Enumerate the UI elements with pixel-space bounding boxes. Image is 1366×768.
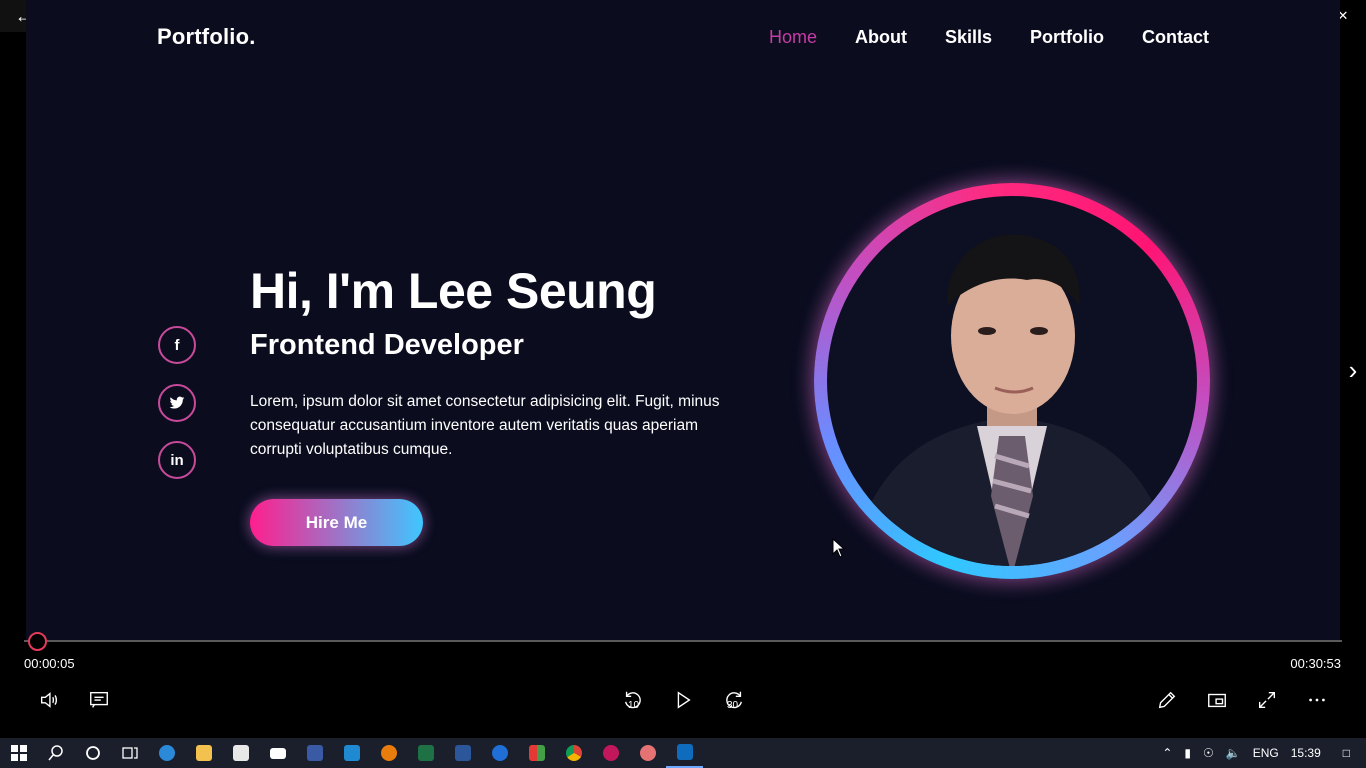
store-icon: [232, 745, 249, 761]
taskbar-app-pink[interactable]: [592, 738, 629, 768]
taskbar-store[interactable]: [222, 738, 259, 768]
profile-ring: [814, 183, 1210, 579]
skip-back-button[interactable]: 10: [619, 686, 647, 714]
app-window: ← — ❐ ✕ Portfolio. Home About Skills Por…: [0, 0, 1366, 768]
excel-icon: [417, 745, 434, 761]
twitter-icon: [158, 384, 196, 422]
seek-thumb[interactable]: [28, 632, 47, 651]
battery-icon[interactable]: ▮: [1178, 746, 1197, 760]
profile-portrait-image: [857, 234, 1167, 566]
next-chevron-icon[interactable]: ›: [1340, 352, 1366, 388]
taskbar-word[interactable]: [444, 738, 481, 768]
app-icon: [306, 745, 323, 761]
taskbar-vscode[interactable]: [333, 738, 370, 768]
fullscreen-button[interactable]: [1253, 686, 1281, 714]
skip-forward-button[interactable]: 30: [720, 686, 748, 714]
blender-icon: [380, 745, 397, 761]
mini-view-button[interactable]: [1203, 686, 1231, 714]
taskbar-chrome[interactable]: [555, 738, 592, 768]
chevron-up-icon[interactable]: ⌃: [1156, 746, 1178, 760]
word-icon: [454, 745, 471, 761]
site-nav: Home About Skills Portfolio Contact: [769, 27, 1209, 48]
pencil-icon: [1158, 691, 1176, 709]
app-brain-icon: [639, 745, 656, 761]
edit-button[interactable]: [1153, 686, 1181, 714]
folder-icon: [195, 745, 212, 761]
nav-portfolio: Portfolio: [1030, 27, 1104, 47]
language-indicator[interactable]: ENG: [1247, 746, 1285, 760]
movies-icon: [676, 744, 693, 760]
edge-icon: [158, 745, 175, 761]
vscode-icon: [343, 745, 360, 761]
nav-contact: Contact: [1142, 27, 1209, 47]
video-frame[interactable]: Portfolio. Home About Skills Portfolio C…: [26, 0, 1340, 640]
mini-view-icon: [1208, 693, 1226, 708]
subtitles-button[interactable]: [85, 686, 113, 714]
taskbar-blender[interactable]: [370, 738, 407, 768]
linkedin-icon: in: [158, 441, 196, 479]
windows-icon: [10, 745, 27, 761]
taskbar-app-round[interactable]: [481, 738, 518, 768]
seek-bar[interactable]: [24, 640, 1342, 642]
subtitles-icon: [90, 691, 108, 708]
profile-photo: [827, 196, 1197, 566]
cortana-button[interactable]: [74, 738, 111, 768]
more-options-button[interactable]: [1303, 686, 1331, 714]
taskbar-mail[interactable]: [259, 738, 296, 768]
taskbar-excel[interactable]: [407, 738, 444, 768]
more-icon: [1309, 698, 1325, 702]
mouse-cursor-icon: [832, 538, 846, 558]
taskbar-app-grid[interactable]: [518, 738, 555, 768]
play-button[interactable]: [669, 686, 697, 714]
clock[interactable]: 15:39: [1285, 746, 1327, 760]
fullscreen-icon: [1258, 691, 1276, 709]
cortana-icon: [85, 746, 100, 760]
network-icon[interactable]: ☉: [1197, 746, 1220, 760]
speaker-icon[interactable]: 🔈: [1220, 746, 1247, 760]
volume-icon: [40, 692, 58, 708]
facebook-icon: f: [158, 326, 196, 364]
app-grid-icon: [528, 745, 545, 761]
nav-home: Home: [768, 27, 817, 47]
current-time: 00:00:05: [24, 656, 75, 671]
site-logo: Portfolio.: [157, 24, 256, 49]
taskbar-app-blue[interactable]: [296, 738, 333, 768]
task-view-button[interactable]: [111, 738, 148, 768]
taskbar-explorer[interactable]: [185, 738, 222, 768]
hero-description: Lorem, ipsum dolor sit amet consectetur …: [250, 393, 720, 458]
search-icon: [47, 745, 63, 761]
taskbar-app-brain[interactable]: [629, 738, 666, 768]
nav-skills: Skills: [944, 27, 992, 47]
nav-about: About: [854, 27, 907, 47]
app-pink-icon: [602, 745, 619, 761]
hero-title: Hi, I'm Lee Seung: [250, 263, 657, 319]
taskbar-edge[interactable]: [148, 738, 185, 768]
system-tray: ⌃ ▮ ☉ 🔈 ENG 15:39 □: [1156, 738, 1366, 768]
mail-icon: [269, 747, 286, 759]
chrome-icon: [565, 745, 582, 761]
task-view-icon: [121, 747, 138, 759]
total-time: 00:30:53: [1290, 656, 1341, 671]
hero-subtitle: Frontend Developer: [250, 329, 524, 361]
play-icon: [677, 691, 691, 709]
taskbar: ⌃ ▮ ☉ 🔈 ENG 15:39 □: [0, 738, 1366, 768]
hire-me-button: Hire Me: [250, 499, 423, 546]
notifications-icon[interactable]: □: [1327, 746, 1366, 760]
search-button[interactable]: [37, 738, 74, 768]
start-button[interactable]: [0, 738, 37, 768]
taskbar-movies[interactable]: [666, 738, 703, 768]
volume-button[interactable]: [35, 686, 63, 714]
app-round-icon: [491, 745, 508, 761]
